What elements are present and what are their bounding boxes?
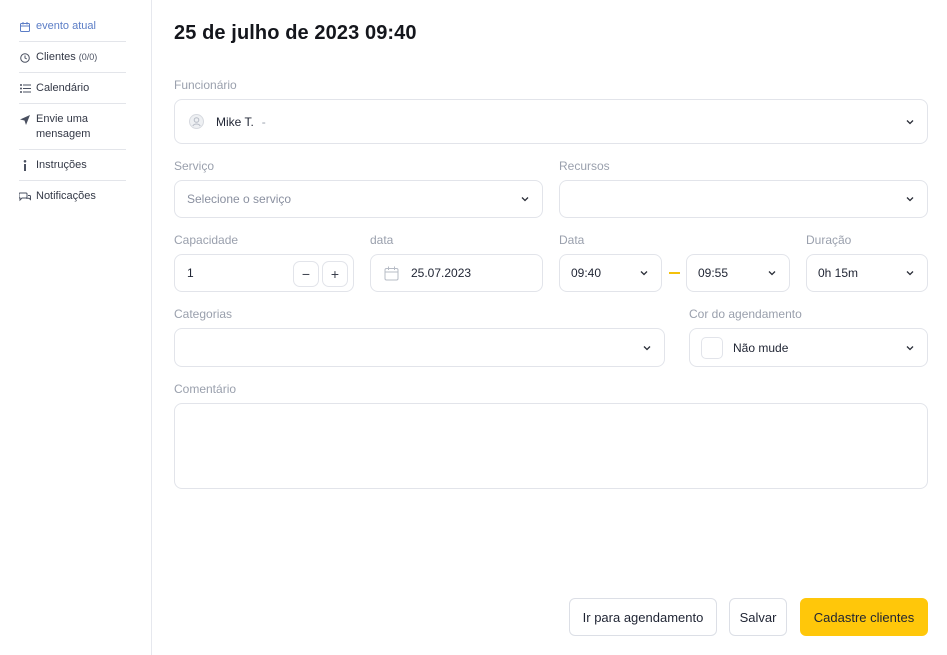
date-input[interactable]: 25.07.2023 <box>370 254 543 292</box>
calendar-icon <box>19 19 31 34</box>
comment-textarea[interactable] <box>174 403 928 489</box>
sidebar-item-label: Instruções <box>36 159 87 171</box>
sidebar-item-calendar[interactable]: Calendário <box>19 81 126 96</box>
employee-name: Mike T. <box>216 114 254 129</box>
sidebar-item-notifications[interactable]: Notificações <box>19 189 126 204</box>
save-button[interactable]: Salvar <box>729 598 787 636</box>
register-clients-button[interactable]: Cadastre clientes <box>800 598 928 636</box>
employee-select[interactable]: Mike T. - <box>174 99 928 144</box>
chevron-down-icon <box>640 271 648 276</box>
decrement-button[interactable]: − <box>293 261 319 287</box>
start-time-value: 09:40 <box>571 266 602 280</box>
employee-label: Funcionário <box>174 78 237 92</box>
calendar-icon <box>384 266 399 281</box>
sidebar-item-label: Notificações <box>36 190 96 202</box>
sidebar-item-instructions[interactable]: Instruções <box>19 158 126 173</box>
date-value: 25.07.2023 <box>411 266 472 280</box>
divider <box>19 103 126 104</box>
sidebar-item-label: Envie uma mensagem <box>36 113 91 140</box>
chevron-down-icon <box>643 345 651 350</box>
comment-label: Comentário <box>174 382 237 396</box>
chevron-down-icon <box>906 119 914 124</box>
sidebar: evento atual Clientes (0/0) Calendário E… <box>0 0 152 655</box>
list-icon <box>19 81 31 96</box>
increment-button[interactable]: + <box>322 261 348 287</box>
sidebar-item-current-event[interactable]: evento atual <box>19 19 126 34</box>
go-to-appointment-button[interactable]: Ir para agendamento <box>569 598 717 636</box>
sidebar-item-send-message[interactable]: Envie uma mensagem <box>19 112 126 142</box>
end-time-value: 09:55 <box>698 266 729 280</box>
plus-icon: + <box>330 266 340 282</box>
divider <box>19 41 126 42</box>
chevron-down-icon <box>906 197 914 202</box>
time-label: Data <box>559 233 585 247</box>
service-select[interactable]: Selecione o serviço <box>174 180 543 218</box>
end-time-select[interactable]: 09:55 <box>686 254 790 292</box>
time-range-separator <box>669 272 680 274</box>
minus-icon: − <box>301 266 311 282</box>
divider <box>19 72 126 73</box>
chevron-down-icon <box>906 345 914 350</box>
info-icon <box>19 158 31 173</box>
appointment-color-value: Não mude <box>733 340 789 355</box>
duration-label: Duração <box>806 233 852 247</box>
user-avatar-icon <box>189 114 204 129</box>
divider <box>19 149 126 150</box>
page-title: 25 de julho de 2023 09:40 <box>174 22 417 44</box>
clock-icon <box>19 50 31 65</box>
sidebar-item-label: evento atual <box>36 20 96 32</box>
chevron-down-icon <box>768 271 776 276</box>
chat-icon <box>19 189 31 204</box>
duration-select[interactable]: 0h 15m <box>806 254 928 292</box>
start-time-select[interactable]: 09:40 <box>559 254 662 292</box>
employee-suffix: - <box>261 114 266 129</box>
send-icon <box>19 112 31 127</box>
service-label: Serviço <box>174 159 215 173</box>
divider <box>19 180 126 181</box>
sidebar-item-label: Calendário <box>36 82 90 94</box>
categories-select[interactable] <box>174 328 665 367</box>
color-swatch <box>701 336 723 359</box>
sidebar-item-label: Clientes <box>36 51 76 63</box>
chevron-down-icon <box>906 271 914 276</box>
capacity-value: 1 <box>187 266 194 280</box>
service-placeholder: Selecione o serviço <box>187 192 292 206</box>
sidebar-item-clients[interactable]: Clientes (0/0) <box>19 50 126 65</box>
appointment-color-select[interactable]: Não mude <box>689 328 928 367</box>
duration-value: 0h 15m <box>818 266 859 280</box>
capacity-label: Capacidade <box>174 233 239 247</box>
appointment-color-label: Cor do agendamento <box>689 307 802 321</box>
resources-select[interactable] <box>559 180 928 218</box>
clients-count-badge: (0/0) <box>78 52 98 62</box>
capacity-stepper[interactable]: 1 − + <box>174 254 354 292</box>
resources-label: Recursos <box>559 159 610 173</box>
categories-label: Categorias <box>174 307 233 321</box>
date-label: data <box>370 233 394 247</box>
chevron-down-icon <box>521 197 529 202</box>
